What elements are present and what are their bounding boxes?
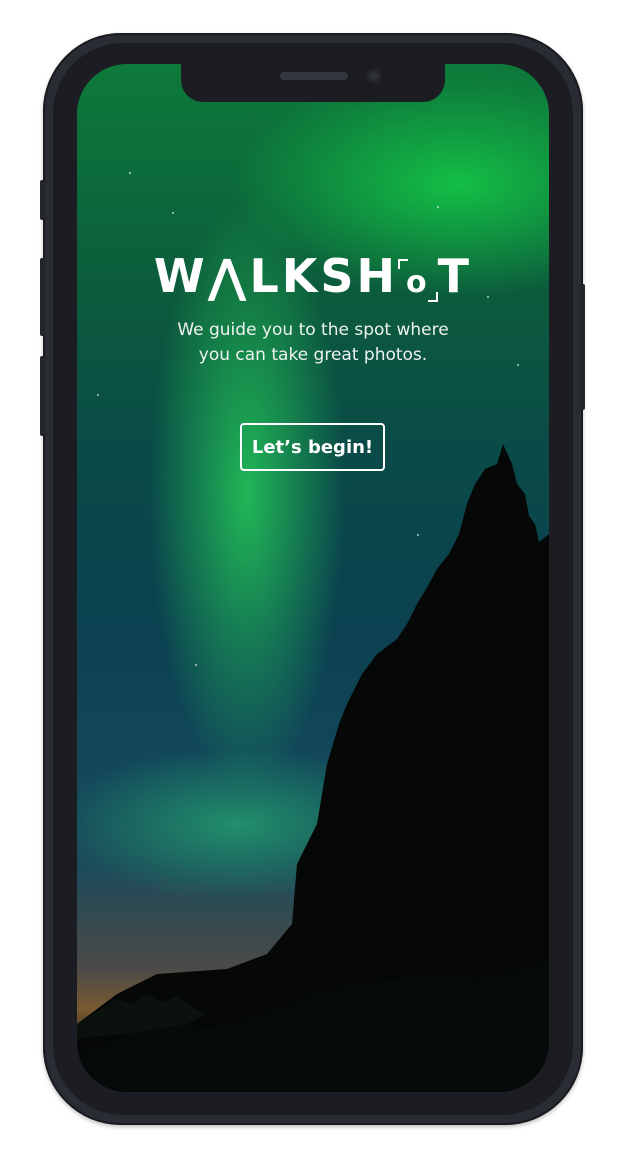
tagline-line-1: We guide you to the spot where — [177, 320, 449, 340]
tree-silhouette — [77, 444, 549, 1092]
front-camera-icon — [367, 69, 381, 83]
phone-notch — [181, 64, 445, 102]
tagline: We guide you to the spot where you can t… — [117, 318, 509, 368]
logo-part-o: o — [406, 265, 430, 300]
walkshot-logo: W⋀LKSH o T — [77, 249, 549, 303]
logo-part-t: T — [437, 249, 473, 303]
mute-switch — [40, 180, 45, 220]
logo-part-w: W — [153, 249, 208, 303]
tagline-line-2: you can take great photos. — [198, 345, 428, 365]
speaker-grille — [280, 72, 348, 80]
logo-walker-icon: ⋀ — [207, 249, 250, 303]
logo-part-lksh: LKSH — [249, 249, 399, 303]
power-button — [580, 284, 585, 410]
app-screen: W⋀LKSH o T We guide you to the spot where … — [77, 64, 549, 1092]
lets-begin-button[interactable]: Let’s begin! — [240, 423, 385, 471]
volume-up-button — [40, 258, 45, 336]
logo-viewfinder-o: o — [398, 259, 438, 302]
volume-down-button — [40, 356, 45, 436]
